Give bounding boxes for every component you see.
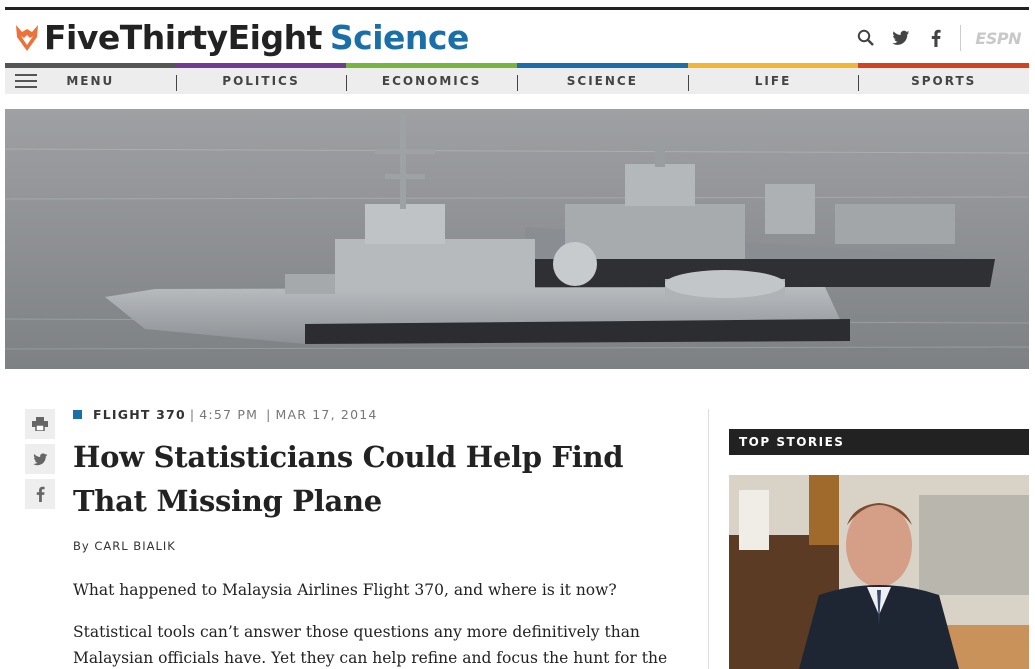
top-story-image[interactable]: [729, 475, 1029, 669]
print-icon: [32, 417, 48, 431]
byline: By CARL BIALIK: [73, 539, 673, 553]
espn-logo[interactable]: ESPN: [975, 29, 1021, 48]
nav-item-life[interactable]: LIFE: [687, 68, 859, 94]
nav-item-science[interactable]: SCIENCE: [517, 68, 688, 94]
column-divider: [708, 409, 709, 669]
logo-name: FiveThirtyEight: [44, 18, 322, 57]
share-facebook-button[interactable]: [25, 479, 55, 509]
nav-item-politics[interactable]: POLITICS: [175, 68, 347, 94]
author-link[interactable]: CARL BIALIK: [94, 539, 175, 553]
article-title: How Statisticians Could Help Find That M…: [73, 440, 624, 518]
nav-item-economics[interactable]: ECONOMICS: [346, 68, 517, 94]
search-icon[interactable]: [854, 26, 878, 50]
article-tag[interactable]: FLIGHT 370: [93, 407, 186, 422]
warship-photo: [5, 109, 1029, 369]
top-stories-heading: TOP STORIES: [729, 429, 1029, 455]
facebook-icon: [36, 486, 45, 502]
nav-menu-label: MENU: [66, 74, 115, 88]
masthead: FiveThirtyEight Science ESPN: [5, 10, 1029, 63]
header-separator: [960, 25, 962, 51]
facebook-icon[interactable]: [924, 26, 948, 50]
twitter-icon: [32, 452, 47, 465]
main-nav: MENU POLITICS ECONOMICS SCIENCE LIFE SPO…: [5, 68, 1029, 94]
top-story-photo: [729, 475, 1029, 669]
header-icons: ESPN: [843, 25, 1021, 51]
meta-divider: |: [266, 406, 272, 422]
section-square-icon: [73, 409, 82, 419]
nav-menu[interactable]: MENU: [5, 68, 176, 94]
hero-image: [5, 109, 1029, 369]
print-button[interactable]: [25, 409, 55, 439]
article: FLIGHT 370 | 4:57 PM | MAR 17, 2014 How …: [73, 405, 673, 669]
hamburger-icon[interactable]: [15, 74, 37, 88]
article-meta: FLIGHT 370 | 4:57 PM | MAR 17, 2014: [73, 405, 673, 423]
twitter-icon[interactable]: [889, 26, 913, 50]
article-date: MAR 17, 2014: [275, 406, 378, 422]
article-time: 4:57 PM: [199, 406, 259, 422]
share-twitter-button[interactable]: [25, 444, 55, 474]
nav-item-sports[interactable]: SPORTS: [858, 68, 1029, 94]
article-paragraph: Statistical tools can’t answer those que…: [73, 623, 668, 667]
site-logo[interactable]: FiveThirtyEight Science: [15, 20, 469, 56]
meta-divider: |: [189, 406, 196, 422]
fox-logo-icon: [16, 25, 38, 51]
logo-section: Science: [329, 18, 469, 57]
article-paragraph: What happened to Malaysia Airlines Fligh…: [73, 581, 617, 599]
byline-prefix: By: [73, 539, 90, 553]
